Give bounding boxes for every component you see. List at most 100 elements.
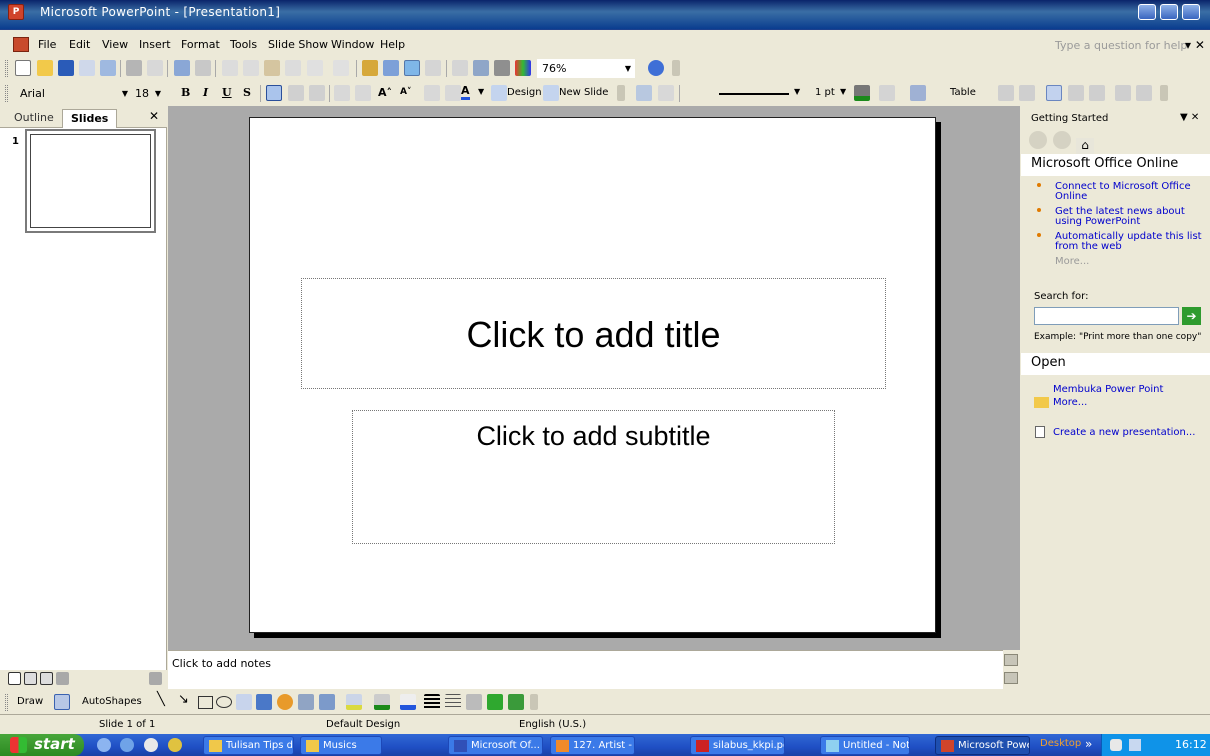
notes-scrollbar[interactable] (1003, 650, 1020, 689)
taskbar-item[interactable]: Untitled - Note... (820, 736, 910, 755)
split-cell-icon[interactable] (1019, 85, 1035, 101)
textbox-tool-icon[interactable] (236, 694, 252, 710)
wordart-icon[interactable] (256, 694, 272, 710)
font-combo[interactable]: Arial ▼ (15, 84, 132, 103)
show-grid-icon[interactable] (494, 60, 510, 76)
toolbar-options-icon[interactable] (530, 694, 538, 710)
show-formatting-icon[interactable] (473, 60, 489, 76)
draw-menu-button[interactable]: Draw (17, 696, 43, 707)
tables-borders-icon[interactable] (404, 60, 420, 76)
menu-help[interactable]: Help (380, 38, 405, 51)
minimize-button[interactable] (1138, 4, 1156, 20)
redo-icon[interactable] (333, 60, 349, 76)
paste-icon[interactable] (264, 60, 280, 76)
print-icon[interactable] (126, 60, 142, 76)
underline-icon[interactable]: U (222, 86, 232, 99)
align-top-icon[interactable] (1046, 85, 1062, 101)
email-icon[interactable] (100, 60, 116, 76)
new-slide-icon[interactable] (543, 85, 559, 101)
toolbar-options-icon[interactable] (1160, 85, 1168, 101)
undo-icon[interactable] (307, 60, 323, 76)
edit-picture-icon[interactable] (636, 85, 652, 101)
menu-file[interactable]: File (38, 38, 56, 51)
distribute-columns-icon[interactable] (1136, 85, 1152, 101)
arrow-style-icon[interactable] (466, 694, 482, 710)
desktop-toolbar-label[interactable]: Desktop (1040, 738, 1081, 749)
insert-table-icon[interactable] (383, 60, 399, 76)
menu-tools[interactable]: Tools (230, 38, 257, 51)
menu-edit[interactable]: Edit (69, 38, 90, 51)
normal-view-icon[interactable] (8, 672, 21, 685)
menu-view[interactable]: View (102, 38, 128, 51)
network-icon[interactable] (1129, 739, 1141, 751)
chevron-down-icon[interactable]: ▼ (478, 87, 484, 96)
tab-outline[interactable]: Outline (6, 109, 62, 128)
design-icon[interactable] (491, 85, 507, 101)
cut-icon[interactable] (222, 60, 238, 76)
font-color-icon[interactable]: A (461, 85, 470, 100)
shadow-style-icon[interactable] (487, 694, 503, 710)
scroll-down-icon[interactable] (1004, 672, 1018, 684)
scroll-right-icon[interactable] (149, 672, 162, 685)
borders-icon[interactable] (879, 85, 895, 101)
arrow-tool-icon[interactable]: ↘ (178, 692, 189, 707)
task-pane-title[interactable]: Getting Started (1031, 113, 1108, 124)
shadow-icon[interactable]: S (243, 86, 251, 99)
table-button[interactable]: Table (950, 87, 976, 98)
menu-insert[interactable]: Insert (139, 38, 171, 51)
copy-icon[interactable] (243, 60, 259, 76)
increase-indent-icon[interactable] (445, 85, 461, 101)
fill-color-icon[interactable] (910, 85, 926, 101)
help-icon[interactable] (648, 60, 664, 76)
align-bottom-icon[interactable] (1089, 85, 1105, 101)
rectangle-tool-icon[interactable] (198, 696, 213, 709)
chevron-right-icon[interactable]: » (1085, 737, 1092, 751)
scroll-up-icon[interactable] (1004, 654, 1018, 666)
help-search-input[interactable]: Type a question for help (1055, 39, 1187, 52)
slide-thumbnail[interactable] (25, 129, 156, 233)
open-more-link[interactable]: More... (1053, 397, 1087, 408)
close-pane-icon[interactable]: ✕ (149, 109, 159, 123)
format-object-icon[interactable] (658, 85, 674, 101)
center-vertically-icon[interactable] (1068, 85, 1084, 101)
toolbar-grip[interactable] (5, 85, 8, 102)
line-tool-icon[interactable]: ╲ (157, 692, 165, 707)
font-color-icon[interactable] (400, 694, 416, 710)
title-placeholder[interactable]: Click to add title (301, 278, 886, 389)
3d-style-icon[interactable] (508, 694, 524, 710)
hyperlink-icon[interactable] (425, 60, 441, 76)
font-size-combo[interactable]: 18 ▼ (130, 84, 165, 103)
diagram-icon[interactable] (277, 694, 293, 710)
latest-news-link[interactable]: Get the latest news about using PowerPoi… (1029, 207, 1210, 227)
menu-slide-show[interactable]: Slide Show (268, 38, 328, 51)
oval-tool-icon[interactable] (216, 696, 232, 708)
search-input[interactable] (1034, 307, 1179, 325)
winamp-icon[interactable] (168, 738, 182, 752)
recent-file-link[interactable]: Membuka Power Point (1053, 384, 1163, 395)
menu-window[interactable]: Window (331, 38, 374, 51)
numbering-icon[interactable] (334, 85, 350, 101)
research-icon[interactable] (195, 60, 211, 76)
chevron-down-icon[interactable]: ▼ (794, 87, 800, 96)
align-left-icon[interactable] (266, 85, 282, 101)
line-color-icon[interactable] (374, 694, 390, 710)
increase-font-icon[interactable]: A˄ (378, 86, 392, 99)
toolbar-options-icon[interactable] (672, 60, 680, 76)
bold-icon[interactable]: B (181, 86, 190, 99)
slide-sorter-view-icon[interactable] (24, 672, 37, 685)
merge-cells-icon[interactable] (998, 85, 1014, 101)
tray-icon[interactable] (1110, 739, 1122, 751)
print-preview-icon[interactable] (147, 60, 163, 76)
taskbar-item-active[interactable]: Microsoft Powe... (935, 736, 1030, 755)
dash-style-icon[interactable] (445, 694, 461, 710)
taskbar-item[interactable]: silabus_kkpi.pd... (690, 736, 785, 755)
bullets-icon[interactable] (355, 85, 371, 101)
line-style-icon[interactable] (424, 694, 440, 710)
toolbar-grip[interactable] (5, 60, 8, 77)
create-presentation-link[interactable]: Create a new presentation... (1053, 427, 1195, 438)
save-icon[interactable] (58, 60, 74, 76)
taskbar-item[interactable]: Tulisan Tips da... (203, 736, 294, 755)
decrease-indent-icon[interactable] (424, 85, 440, 101)
border-color-icon[interactable] (854, 85, 870, 101)
align-right-icon[interactable] (309, 85, 325, 101)
